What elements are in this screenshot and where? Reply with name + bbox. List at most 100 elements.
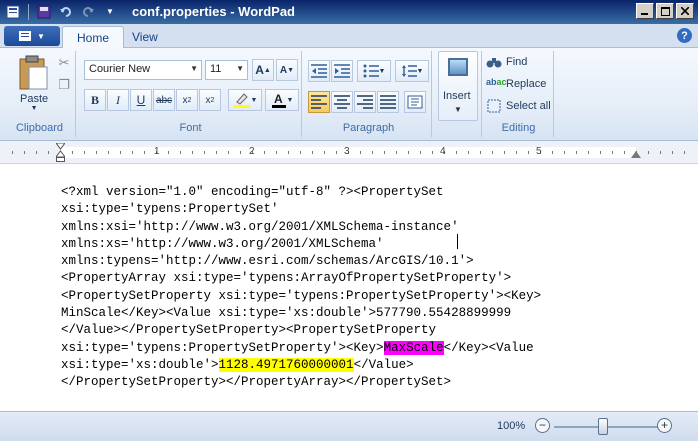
doc-line: </Value> xyxy=(353,357,414,372)
align-right-icon[interactable] xyxy=(354,91,376,113)
font-family-select[interactable]: Courier New ▼ xyxy=(84,60,202,80)
ruler-tick xyxy=(660,151,661,154)
ruler-tick xyxy=(492,151,493,154)
ruler-tick xyxy=(372,151,373,154)
superscript-button[interactable]: x2 xyxy=(199,89,221,111)
ruler-tick xyxy=(564,151,565,154)
highlighter-icon xyxy=(233,93,250,108)
line-spacing-button[interactable]: ▼ xyxy=(395,60,429,82)
redo-icon[interactable] xyxy=(79,3,97,20)
ruler-tick xyxy=(300,151,301,154)
ruler-tick xyxy=(360,151,361,154)
ruler-tick xyxy=(108,151,109,154)
document-text[interactable]: <?xml version="1.0" encoding="utf-8" ?><… xyxy=(61,184,541,392)
bullets-button[interactable]: ▼ xyxy=(357,60,391,82)
application-menu-button[interactable]: ▼ xyxy=(4,26,60,46)
ruler-tick xyxy=(96,151,97,154)
undo-icon[interactable] xyxy=(57,3,75,20)
ruler[interactable]: 1 2 3 4 5 xyxy=(0,141,698,164)
text-caret xyxy=(457,234,458,249)
align-left-icon[interactable] xyxy=(308,91,330,113)
right-indent-marker[interactable] xyxy=(631,151,641,158)
copy-icon[interactable]: ❐ xyxy=(56,77,72,93)
insert-button[interactable]: Insert ▼ xyxy=(438,51,478,121)
svg-text:A: A xyxy=(274,92,283,106)
ruler-tick xyxy=(336,151,337,154)
align-center-icon[interactable] xyxy=(331,91,353,113)
zoom-level: 100% xyxy=(497,420,526,432)
doc-line: xmlns:typens='http://www.esri.com/schema… xyxy=(61,254,474,269)
ruler-tick xyxy=(240,151,241,154)
ruler-tick xyxy=(276,151,277,154)
tab-home[interactable]: Home xyxy=(62,26,125,48)
ruler-number: 5 xyxy=(536,146,542,157)
clipboard-group: Paste ▼ ✂ ❐ Clipboard xyxy=(4,51,76,137)
chevron-down-icon: ▼ xyxy=(236,64,244,73)
paragraph-group: ▼ ▼ Paragraph xyxy=(306,51,432,137)
clipboard-group-label: Clipboard xyxy=(15,122,64,134)
increase-indent-icon[interactable] xyxy=(331,60,353,82)
ruler-tick xyxy=(120,151,121,154)
title-bar: ▼ conf.properties - WordPad xyxy=(0,0,698,24)
bullet-list-icon xyxy=(363,64,379,78)
doc-line: MinScale</Key><Value xsi:type='xs:double… xyxy=(61,306,512,321)
ruler-tick xyxy=(432,151,433,154)
bold-button[interactable]: B xyxy=(84,89,106,111)
italic-button[interactable]: I xyxy=(107,89,129,111)
grow-font-button[interactable]: A ▲ xyxy=(252,59,274,81)
doc-line: <PropertyArray xsi:type='typens:ArrayOfP… xyxy=(61,271,512,286)
ruler-tick xyxy=(204,151,205,154)
ruler-number: 2 xyxy=(249,146,255,157)
maximize-button[interactable] xyxy=(656,3,674,19)
underline-button[interactable]: U xyxy=(130,89,152,111)
customize-qat-chevron-icon[interactable]: ▼ xyxy=(101,3,119,20)
paste-chevron-icon[interactable]: ▼ xyxy=(20,105,48,112)
ruler-tick xyxy=(384,151,385,154)
highlighted-key-text: MaxScale xyxy=(383,340,444,355)
tab-view[interactable]: View xyxy=(118,26,172,48)
highlight-color-button[interactable]: ▼ xyxy=(228,89,262,111)
ruler-tick xyxy=(552,151,553,154)
ribbon: Paste ▼ ✂ ❐ Clipboard Courier New ▼ 11 ▼… xyxy=(0,48,698,141)
paste-button[interactable]: Paste ▼ xyxy=(20,93,48,112)
font-color-button[interactable]: A ▼ xyxy=(265,89,299,111)
editing-group: Editing xyxy=(484,51,554,137)
ruler-number: 4 xyxy=(440,146,446,157)
cut-icon[interactable]: ✂ xyxy=(56,55,72,71)
window-title: conf.properties - WordPad xyxy=(132,4,295,19)
strikethrough-button[interactable]: abc xyxy=(153,89,175,111)
decrease-indent-icon[interactable] xyxy=(308,60,330,82)
doc-line: </Value></PropertySetProperty><PropertyS… xyxy=(61,323,437,338)
font-size-select[interactable]: 11 ▼ xyxy=(205,60,248,80)
shrink-font-button[interactable]: A ▼ xyxy=(276,59,298,81)
wordpad-app-icon[interactable] xyxy=(4,3,22,20)
ruler-tick xyxy=(288,151,289,154)
zoom-out-button[interactable]: − xyxy=(535,418,550,433)
ruler-tick xyxy=(648,151,649,154)
ruler-number: 1 xyxy=(154,146,160,157)
paste-icon[interactable] xyxy=(18,55,50,91)
ruler-tick xyxy=(84,151,85,154)
left-indent-marker[interactable] xyxy=(55,142,66,163)
font-group: Courier New ▼ 11 ▼ A ▲ A ▼ B I U abc x2 x2… xyxy=(80,51,302,137)
highlighted-value-text: 1128.4971760000001 xyxy=(218,357,354,372)
status-bar: 100% − + xyxy=(0,411,698,441)
ruler-tick xyxy=(24,151,25,154)
save-icon[interactable] xyxy=(35,3,53,20)
zoom-in-button[interactable]: + xyxy=(657,418,672,433)
justify-icon[interactable] xyxy=(377,91,399,113)
help-icon[interactable]: ? xyxy=(677,28,692,43)
zoom-slider-thumb[interactable] xyxy=(598,418,608,435)
ruler-tick xyxy=(168,151,169,154)
doc-line: <?xml version="1.0" encoding="utf-8" ?><… xyxy=(61,185,444,199)
minimize-button[interactable] xyxy=(636,3,654,19)
chevron-down-icon: ▼ xyxy=(190,64,198,73)
document-area[interactable]: <?xml version="1.0" encoding="utf-8" ?><… xyxy=(0,165,698,411)
separator xyxy=(28,3,29,20)
line-spacing-icon xyxy=(401,65,417,77)
paragraph-dialog-icon[interactable] xyxy=(404,91,426,113)
close-button[interactable] xyxy=(676,3,694,19)
ruler-tick xyxy=(192,151,193,154)
subscript-button[interactable]: x2 xyxy=(176,89,198,111)
picture-icon xyxy=(448,58,468,76)
